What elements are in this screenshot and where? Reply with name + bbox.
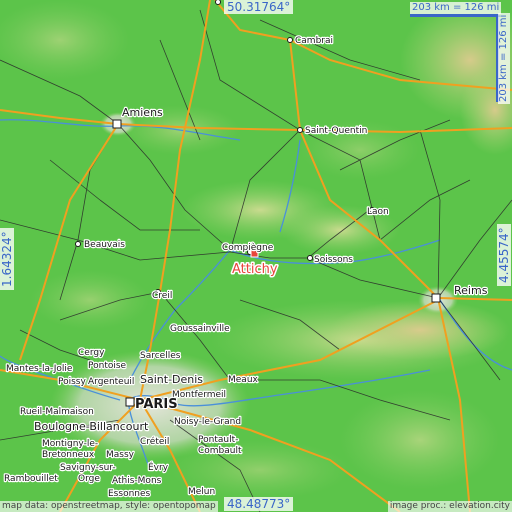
label-montfermeil: Montfermeil [172,390,226,400]
coord-left: 1.64324° [0,228,14,290]
label-athis: Athis-Mons [112,476,162,486]
label-combault: Combault [198,446,242,456]
label-essonnes: Essonnes [108,489,151,499]
label-compiegne: Compiègne [222,242,274,253]
label-beauvais: Beauvais [84,240,125,250]
label-mantes: Mantes-la-Jolie [6,364,73,374]
label-massy: Massy [106,450,135,460]
terrain-map[interactable]: Cambrai Amiens Saint-Quentin Laon Compiè… [0,0,512,512]
label-attichy: Attichy [232,262,278,277]
label-montigny: Montigny-le- [42,439,98,449]
label-savigny: Savigny-sur- [60,463,116,473]
label-meaux: Meaux [228,375,259,385]
label-goussainville: Goussainville [170,324,230,334]
label-rueil: Rueil-Malmaison [20,407,94,417]
label-saint-quentin: Saint-Quentin [305,126,367,136]
label-orge: Orge [78,474,100,484]
attribution-osm[interactable]: map data: openstreetmap, style: opentopo… [0,501,218,512]
label-rambouillet: Rambouillet [4,474,58,484]
scale-bar-horizontal [410,14,498,17]
label-saint-denis: Saint-Denis [140,373,203,386]
label-noisy: Noisy-le-Grand [174,417,241,427]
label-amiens: Amiens [122,106,163,119]
label-sarcelles: Sarcelles [140,351,181,361]
label-cambrai: Cambrai [295,36,333,46]
label-pontoise: Pontoise [88,361,127,371]
label-reims: Reims [454,284,488,297]
label-bretonneux: Bretonneux [42,450,95,460]
coord-bottom: 48.48773° [224,497,294,511]
label-creteil: Créteil [140,436,169,447]
label-paris: PARIS [135,397,178,412]
label-cergy: Cergy [78,348,105,358]
scale-label-vertical: 203 km = 126 mi [498,12,510,104]
label-argenteuil: Argenteuil [88,377,134,387]
label-laon: Laon [367,207,389,217]
label-pontault: Pontault- [198,435,238,445]
scale-label-horizontal: 203 km = 126 mi [410,2,502,14]
label-creil: Creil [152,291,172,301]
label-evry: Évry [148,461,169,473]
attribution-elevation-city[interactable]: image proc.: elevation.city [387,501,512,512]
label-poissy: Poissy [58,377,86,387]
coord-right: 4.45574° [497,224,511,286]
label-melun: Melun [188,487,215,497]
coord-top: 50.31764° [224,0,294,14]
label-boulogne: Boulogne-Billancourt [34,420,149,433]
label-soissons: Soissons [314,255,353,265]
